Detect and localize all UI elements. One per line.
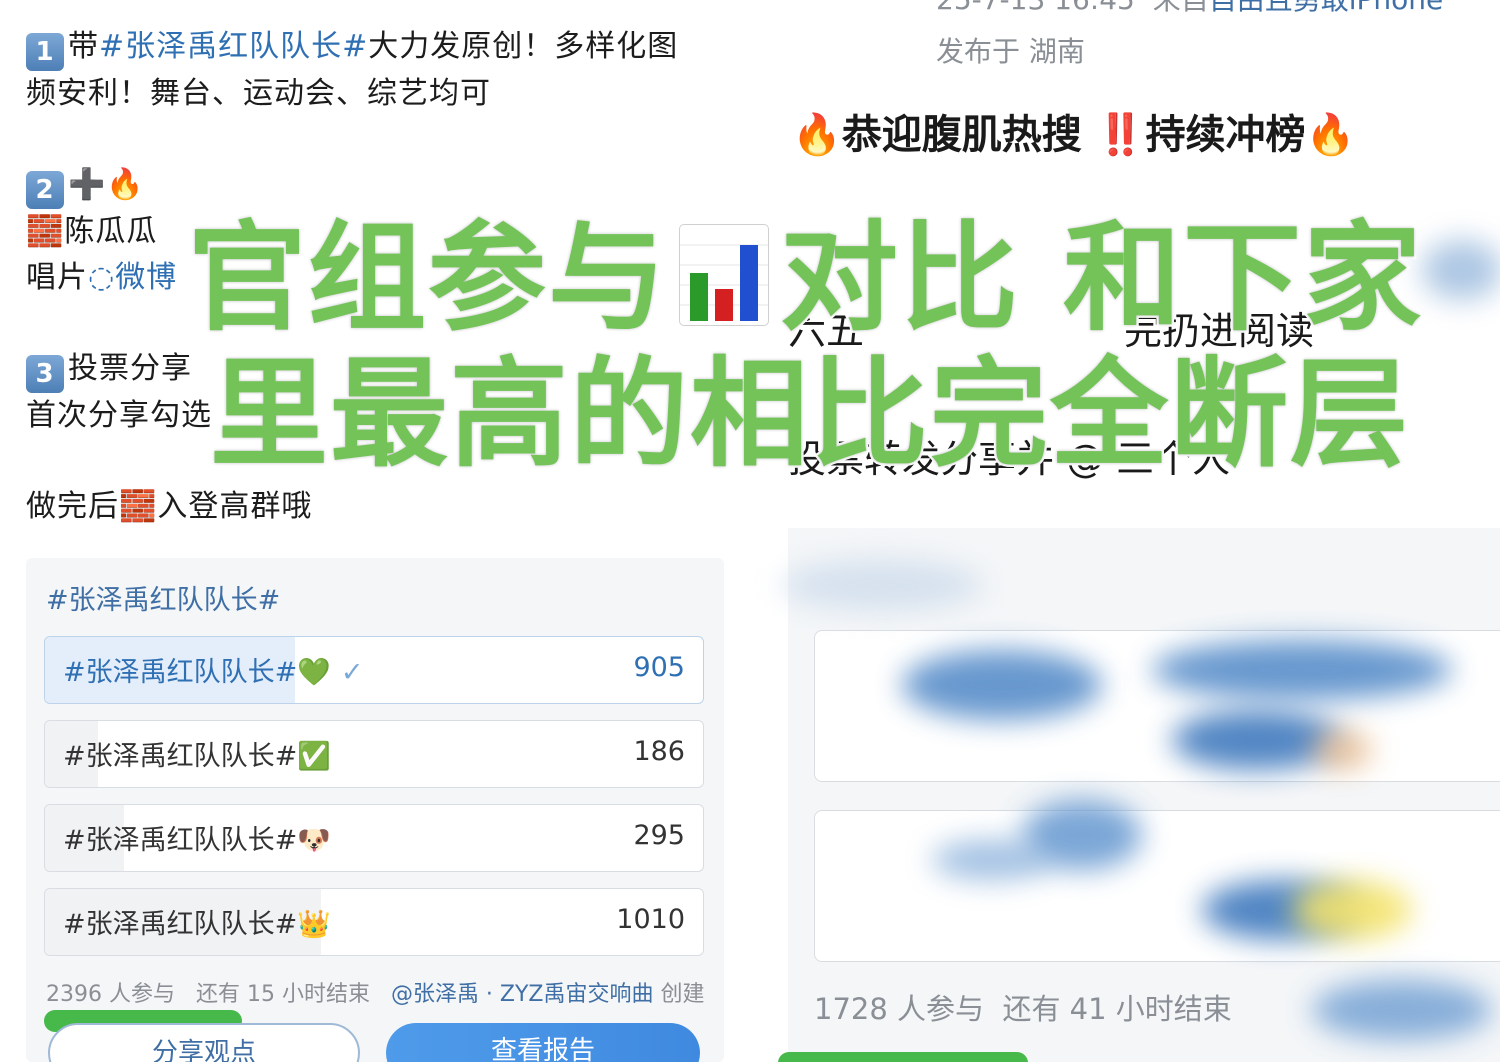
- view-report-button[interactable]: 查看报告: [386, 1023, 700, 1062]
- weibo-link[interactable]: ◌微博: [88, 260, 177, 295]
- post-headline: 🔥恭迎腹肌热搜 ‼️持续冲榜🔥: [792, 112, 1356, 158]
- number-badge-1: 1: [26, 33, 64, 71]
- post-item-3: 3 投票分享 首次分享勾选: [26, 351, 212, 433]
- privacy-blur: [1312, 980, 1492, 1040]
- share-opinion-button[interactable]: 分享观点: [48, 1023, 360, 1062]
- poll-option-count: 905: [633, 652, 685, 683]
- privacy-blur: [932, 840, 1052, 880]
- creator-link[interactable]: @张泽禹 · ZYZ禹宙交响曲: [391, 982, 654, 1007]
- poll-option-2[interactable]: #张泽禹红队队长#✅ 186: [44, 720, 704, 788]
- poll-option-blurred-2[interactable]: [814, 810, 1500, 962]
- post-item-1: 1 带#张泽禹红队队长#大力发原创！多样化图 频安利！舞台、运动会、综艺均可: [26, 29, 679, 111]
- green-highlight-stroke: [778, 1052, 1028, 1062]
- privacy-blur: [1152, 640, 1452, 700]
- privacy-blur: [1422, 240, 1500, 300]
- poll-meta: 1728 人参与 还有 41 小时结束: [814, 992, 1232, 1026]
- fire-icon: 🔥: [106, 167, 145, 202]
- device-source-link[interactable]: 自由且勇敢iPhone: [1209, 0, 1444, 16]
- number-badge-3: 3: [26, 355, 64, 393]
- post-after-note: 做完后🧱入登高群哦: [26, 489, 313, 524]
- fire-icon: 🔥: [1305, 112, 1356, 158]
- poll-card: #张泽禹红队队长# #张泽禹红队队长#💚 ✓ 905 #张泽禹红队队长#✅ 186…: [26, 558, 724, 1062]
- privacy-blur: [1292, 880, 1412, 940]
- hashtag-link[interactable]: #张泽禹红队队长#: [99, 29, 368, 64]
- poll-option-1[interactable]: #张泽禹红队队长#💚 ✓ 905: [44, 636, 704, 704]
- poll-option-count: 295: [633, 820, 685, 851]
- plus-icon: ➕: [68, 167, 107, 202]
- privacy-blur: [902, 650, 1102, 720]
- right-screenshot: 25-7-13 16:45 来自自由且勇敢iPhone 发布于 湖南 🔥恭迎腹肌…: [752, 0, 1500, 1062]
- post-meta: 25-7-13 16:45 来自自由且勇敢iPhone: [936, 0, 1443, 18]
- privacy-blur: [1312, 730, 1372, 770]
- poll-option-count: 1010: [616, 904, 685, 935]
- bar-chart-icon: [679, 224, 770, 326]
- post-item-2: 2 ➕🔥 🧱陈瓜瓜 唱片◌微博: [26, 167, 178, 295]
- overlay-caption-line-2: 里最高的相比完全断层: [207, 343, 1411, 486]
- double-exclamation-icon: ‼️: [1095, 112, 1146, 158]
- left-screenshot: 1 带#张泽禹红队队长#大力发原创！多样化图 频安利！舞台、运动会、综艺均可 2 ➕…: [0, 0, 752, 1062]
- check-icon: ✓: [340, 657, 364, 688]
- fire-icon: 🔥: [792, 112, 842, 158]
- privacy-blur: [782, 560, 982, 610]
- poll-title: #张泽禹红队队长#: [46, 585, 281, 616]
- poll-option-count: 186: [633, 736, 685, 767]
- poll-meta: 2396 人参与 还有 15 小时结束 @张泽禹 · ZYZ禹宙交响曲 创建: [46, 982, 705, 1007]
- poll-option-3[interactable]: #张泽禹红队队长#🐶 295: [44, 804, 704, 872]
- number-badge-2: 2: [26, 171, 64, 209]
- brick-icon: 🧱: [26, 214, 65, 249]
- post-location: 发布于 湖南: [936, 35, 1085, 68]
- poll-option-4[interactable]: #张泽禹红队队长#👑 1010: [44, 888, 704, 956]
- brick-icon: 🧱: [119, 489, 158, 524]
